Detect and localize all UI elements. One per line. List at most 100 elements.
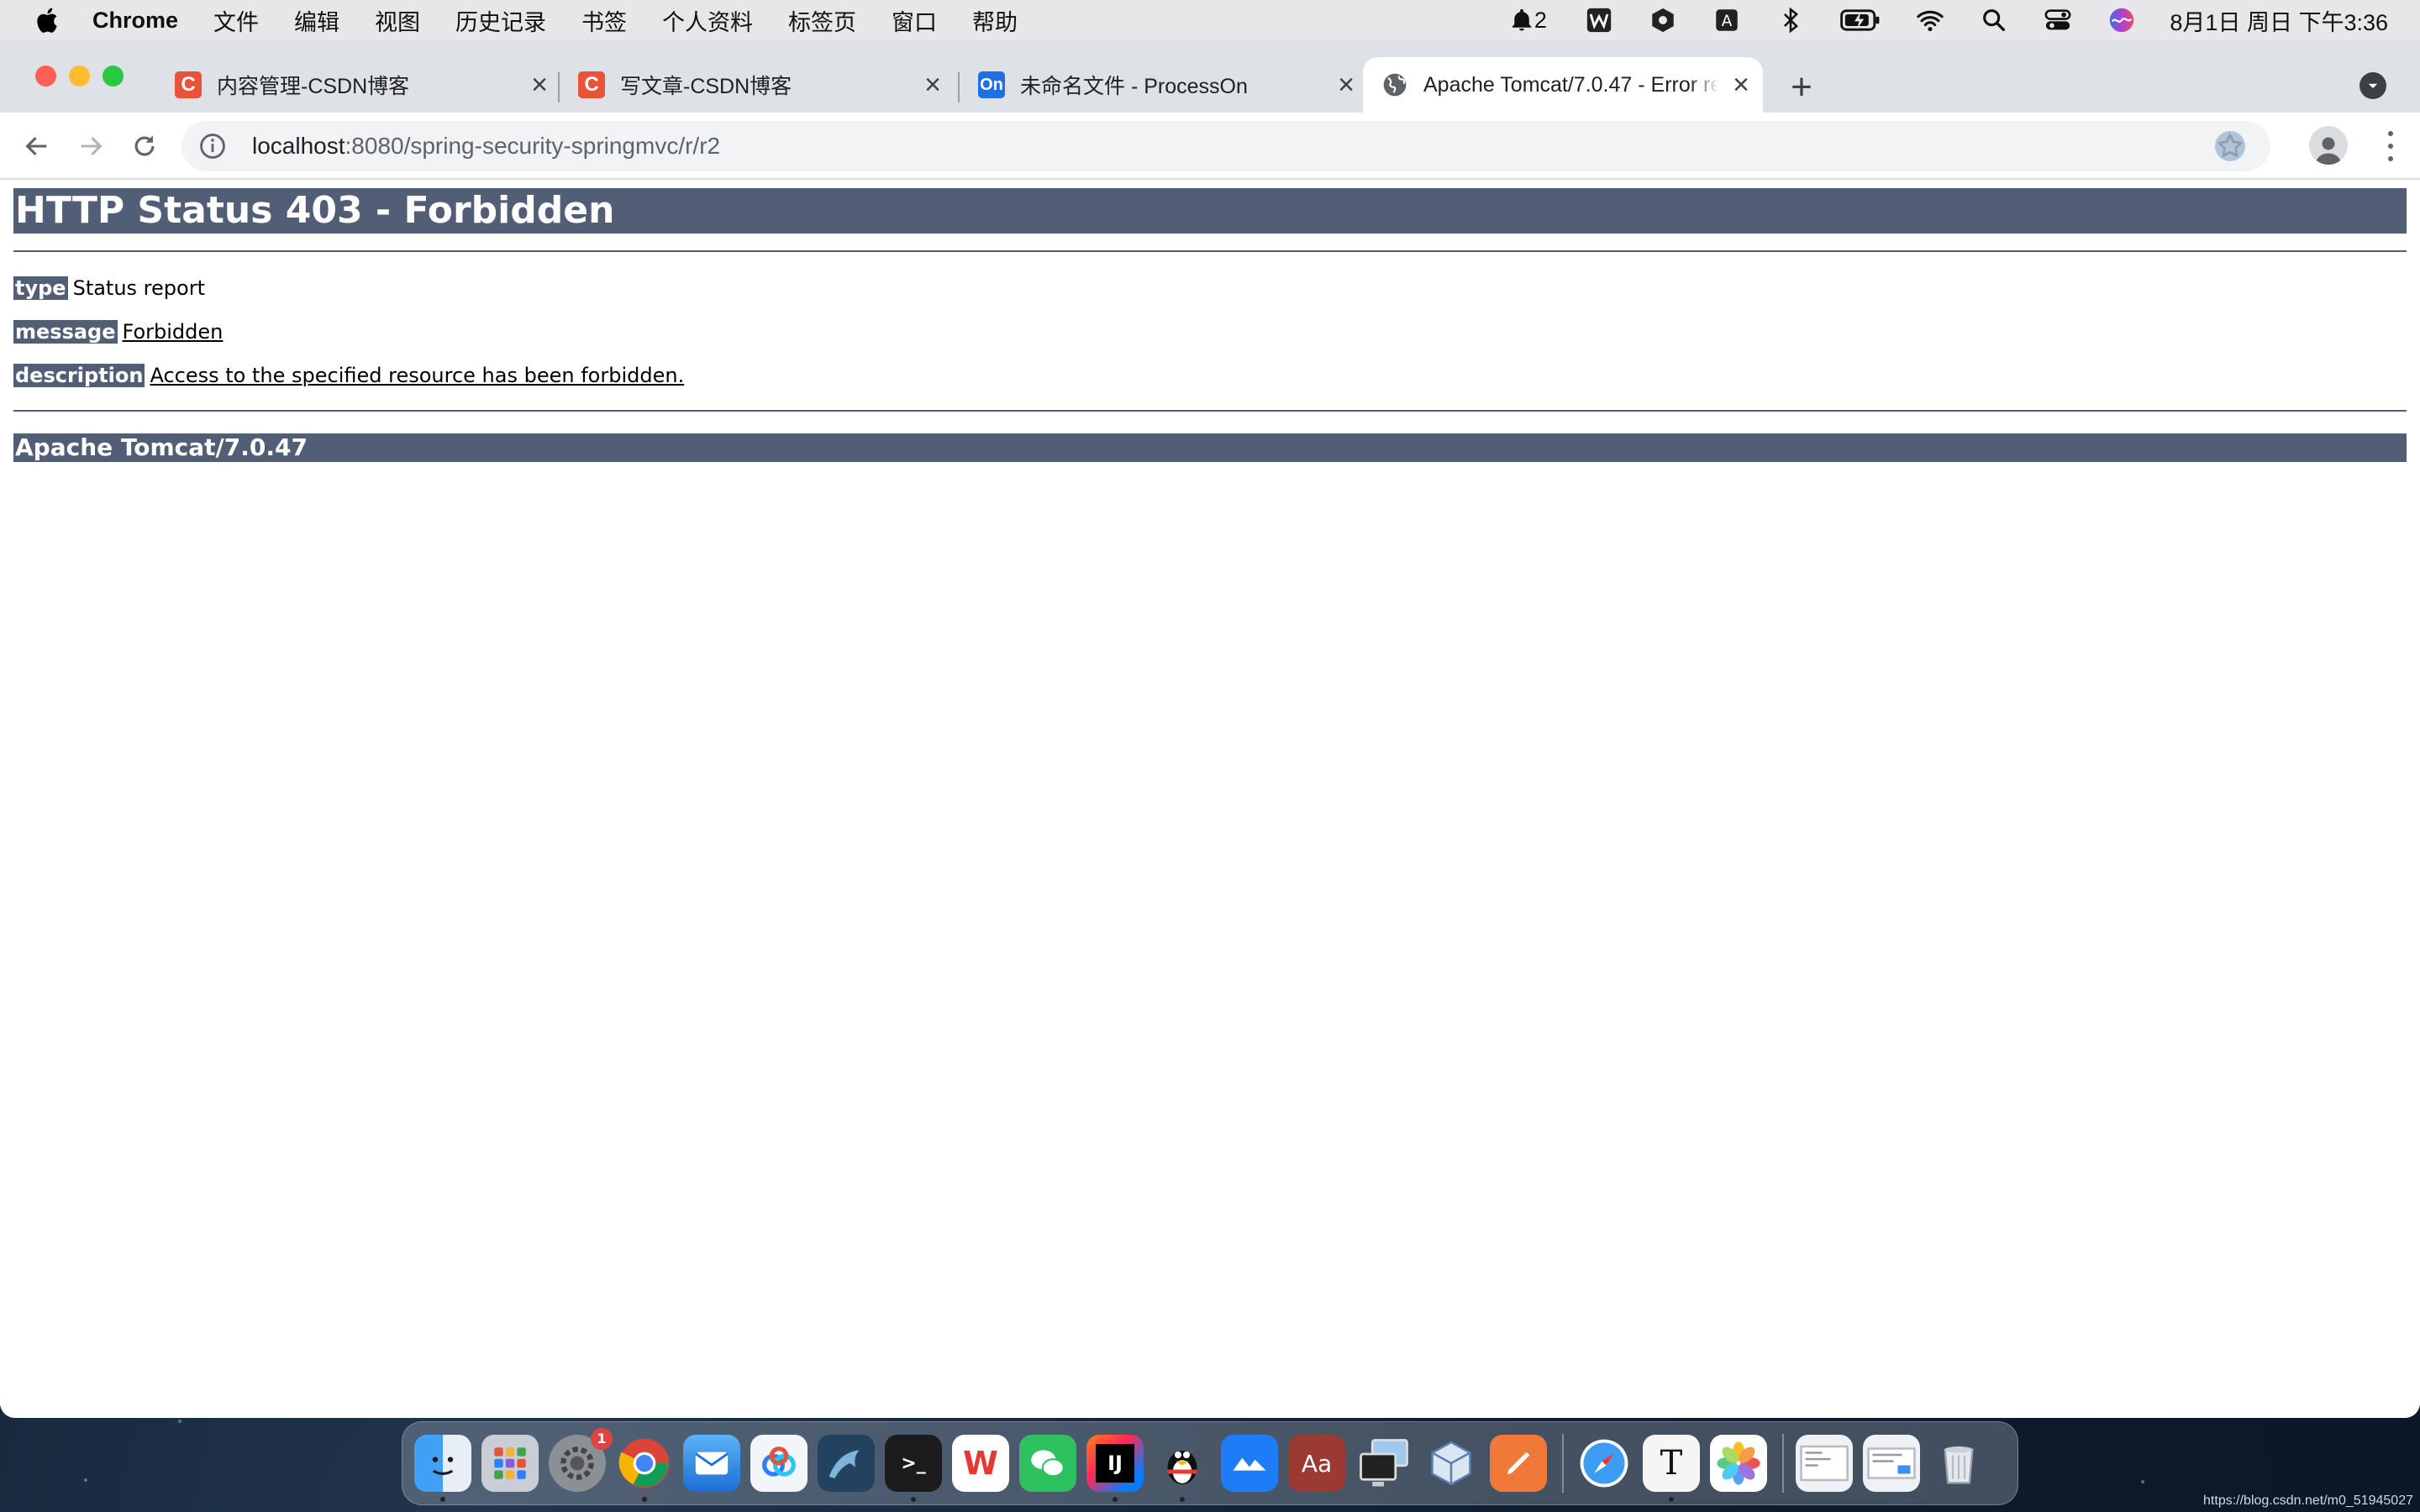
control-center-icon[interactable] bbox=[2042, 6, 2074, 34]
monitor-icon bbox=[1360, 1439, 1408, 1487]
menu-app-name[interactable]: Chrome bbox=[92, 8, 178, 34]
menu-tabs[interactable]: 标签页 bbox=[788, 4, 856, 37]
message-row: message Forbidden bbox=[13, 319, 223, 344]
chrome-window: C 内容管理-CSDN博客 × C 写文章-CSDN博客 × On 未命名文件 … bbox=[0, 40, 2420, 1418]
minimize-window-button[interactable] bbox=[69, 66, 90, 87]
spotlight-search-icon[interactable] bbox=[1978, 6, 2010, 34]
menu-profiles[interactable]: 个人资料 bbox=[662, 4, 753, 37]
dock-dictionary[interactable]: Aa bbox=[1288, 1435, 1345, 1492]
menubar-clock[interactable]: 8月1日 周日 下午3:36 bbox=[2170, 4, 2388, 37]
page-content: HTTP Status 403 - Forbidden type Status r… bbox=[0, 181, 2420, 1418]
dock-typora[interactable]: T bbox=[1643, 1435, 1700, 1502]
dock-intellij-idea[interactable]: IJ bbox=[1086, 1435, 1144, 1502]
siri-icon[interactable] bbox=[2106, 6, 2138, 34]
tab-close-icon[interactable]: × bbox=[919, 69, 946, 101]
dock-launchpad[interactable] bbox=[481, 1435, 539, 1492]
address-bar[interactable]: localhost:8080/spring-security-springmvc… bbox=[182, 121, 2270, 171]
menu-window[interactable]: 窗口 bbox=[892, 4, 937, 37]
bookmark-star-icon[interactable] bbox=[2215, 131, 2245, 161]
menu-help[interactable]: 帮助 bbox=[972, 4, 1018, 37]
dock-terminal[interactable]: >_ bbox=[885, 1435, 942, 1502]
back-button[interactable] bbox=[18, 128, 55, 165]
dock-screenshot-thumbnail-2[interactable] bbox=[1863, 1435, 1920, 1492]
menu-file[interactable]: 文件 bbox=[213, 4, 259, 37]
gear-icon bbox=[560, 1446, 594, 1480]
site-info-icon[interactable] bbox=[198, 132, 227, 160]
tab-close-icon[interactable]: × bbox=[1333, 69, 1360, 101]
dock-qq[interactable] bbox=[1154, 1435, 1211, 1502]
battery-icon[interactable] bbox=[1839, 6, 1882, 34]
type-label: type bbox=[13, 276, 68, 300]
dock-chrome[interactable] bbox=[616, 1435, 673, 1502]
new-tab-button[interactable]: + bbox=[1785, 69, 1818, 106]
menu-edit[interactable]: 编辑 bbox=[294, 4, 339, 37]
dock-virtualbox[interactable] bbox=[1423, 1435, 1480, 1492]
dock-screen-sharing[interactable] bbox=[1355, 1435, 1413, 1492]
shield-tray-icon[interactable] bbox=[1647, 6, 1679, 34]
watermark-text: https://blog.csdn.net/m0_51945027 bbox=[2203, 1494, 2413, 1508]
envelope-icon bbox=[695, 1452, 729, 1475]
dock-screenshot-thumbnail-1[interactable] bbox=[1796, 1435, 1853, 1492]
tab-label: 未命名文件 - ProcessOn bbox=[1020, 75, 1248, 98]
tab-strip: C 内容管理-CSDN博客 × C 写文章-CSDN博客 × On 未命名文件 … bbox=[0, 40, 2420, 113]
dock-mysql-workbench[interactable] bbox=[818, 1435, 875, 1492]
tab-csdn-content[interactable]: C 内容管理-CSDN博客 × bbox=[165, 57, 553, 113]
tab-csdn-write[interactable]: C 写文章-CSDN博客 × bbox=[568, 57, 946, 113]
tab-close-icon[interactable]: × bbox=[526, 69, 553, 101]
dock-wechat[interactable] bbox=[1019, 1435, 1076, 1492]
launchpad-grid-icon bbox=[494, 1447, 526, 1479]
dock-photos[interactable] bbox=[1710, 1435, 1767, 1492]
person-icon bbox=[2316, 137, 2341, 165]
dock-system-preferences[interactable]: 1 bbox=[549, 1428, 613, 1492]
dock-trash[interactable] bbox=[1930, 1435, 1987, 1492]
wifi-icon[interactable] bbox=[1914, 6, 1946, 34]
csdn-favicon-icon: C bbox=[175, 71, 202, 98]
macos-menubar: Chrome 文件 编辑 视图 历史记录 书签 个人资料 标签页 窗口 帮助 2… bbox=[0, 0, 2420, 40]
tab-processon[interactable]: On 未命名文件 - ProcessOn × bbox=[968, 57, 1360, 113]
chat-bubbles-icon bbox=[1031, 1450, 1065, 1478]
maximize-window-button[interactable] bbox=[103, 66, 124, 87]
wps-tray-icon[interactable] bbox=[1583, 6, 1615, 34]
reload-button[interactable] bbox=[126, 128, 163, 165]
finder-face-icon bbox=[432, 1457, 454, 1475]
dock-wps[interactable]: W bbox=[952, 1435, 1009, 1492]
forward-button[interactable] bbox=[72, 128, 109, 165]
photos-flower-icon bbox=[1717, 1441, 1760, 1485]
menu-bookmarks[interactable]: 书签 bbox=[581, 4, 627, 37]
chrome-menu-button[interactable] bbox=[2386, 131, 2395, 161]
dock-separator bbox=[1782, 1434, 1784, 1493]
wps-logo-icon: W bbox=[963, 1445, 998, 1482]
dock-lark[interactable] bbox=[1221, 1435, 1278, 1492]
menu-history[interactable]: 历史记录 bbox=[455, 4, 546, 37]
description-label: description bbox=[13, 364, 145, 387]
dock-finder[interactable] bbox=[414, 1435, 471, 1502]
notification-count: 2 bbox=[1534, 7, 1547, 33]
input-method-icon[interactable]: A bbox=[1711, 6, 1743, 34]
close-window-button[interactable] bbox=[35, 66, 56, 87]
globe-icon bbox=[1383, 73, 1407, 97]
back-arrow-icon bbox=[25, 136, 47, 156]
compass-icon bbox=[1580, 1439, 1628, 1488]
tab-tomcat-error[interactable]: Apache Tomcat/7.0.47 - Error report × bbox=[1363, 57, 1763, 113]
notification-badge: 1 bbox=[591, 1428, 613, 1450]
message-value: Forbidden bbox=[122, 320, 224, 344]
dock-baidu-netdisk[interactable] bbox=[750, 1435, 808, 1492]
tab-close-icon[interactable]: × bbox=[1728, 69, 1754, 101]
reload-icon bbox=[134, 135, 155, 156]
dock-mail[interactable] bbox=[683, 1435, 740, 1492]
bluetooth-icon[interactable] bbox=[1775, 6, 1807, 34]
trash-icon bbox=[1944, 1446, 1974, 1484]
page-title: HTTP Status 403 - Forbidden bbox=[13, 188, 2407, 234]
dock-safari[interactable] bbox=[1576, 1435, 1633, 1492]
profile-avatar[interactable] bbox=[2309, 126, 2348, 165]
notification-bell-icon[interactable]: 2 bbox=[1504, 6, 1551, 34]
terminal-prompt-icon: >_ bbox=[901, 1452, 926, 1474]
menu-view[interactable]: 视图 bbox=[375, 4, 420, 37]
dock-pen-app[interactable] bbox=[1490, 1435, 1547, 1492]
tab-search-button[interactable] bbox=[2360, 72, 2386, 99]
description-row: description Access to the specified resou… bbox=[13, 363, 684, 388]
apple-menu-icon[interactable] bbox=[34, 6, 59, 34]
url-text[interactable]: localhost:8080/spring-security-springmvc… bbox=[252, 133, 720, 160]
server-info: Apache Tomcat/7.0.47 bbox=[13, 433, 2407, 462]
idea-logo-icon: IJ bbox=[1096, 1444, 1134, 1483]
